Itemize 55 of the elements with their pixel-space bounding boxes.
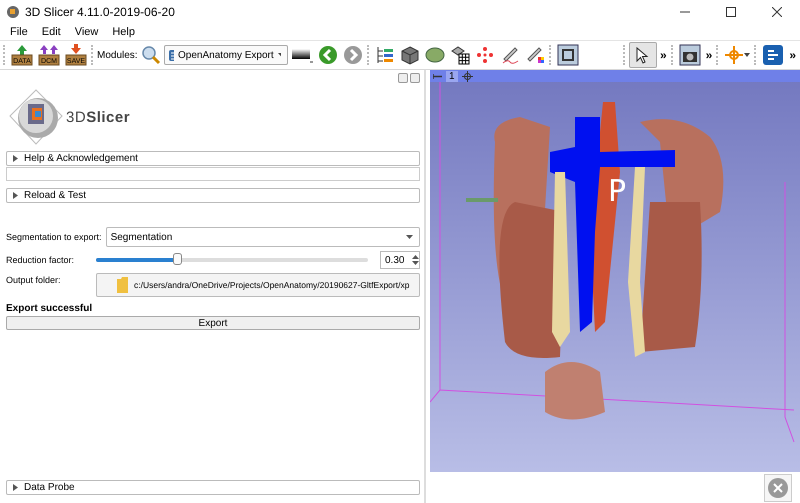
section-title: Reload & Test — [24, 190, 86, 201]
app-logo-icon — [6, 5, 20, 19]
crosshair-icon[interactable] — [462, 70, 473, 82]
gradient-icon — [290, 46, 313, 64]
tree-list-icon — [374, 45, 395, 65]
more-tools-button[interactable]: » — [658, 48, 669, 62]
camera-button[interactable] — [676, 42, 703, 68]
window-title: 3D Slicer 4.11.0-2019-06-20 — [25, 5, 176, 19]
pin-icon[interactable] — [433, 72, 442, 80]
menu-item[interactable]: Help — [106, 26, 141, 38]
folder-button[interactable]: c:/Users/andra/OneDrive/Projects/OpenAnatomy/20190627-GltfExport/xp — [96, 273, 420, 297]
module-icon — [168, 50, 174, 60]
search-icon — [140, 45, 161, 65]
module-dropdown[interactable]: OpenAnatomy Export — [164, 45, 288, 65]
collapsible-section[interactable]: Data Probe — [6, 480, 420, 495]
slicer-logo-text: 3DSlicer — [66, 108, 130, 126]
crosshair-button[interactable] — [722, 43, 752, 67]
menu-item[interactable]: File — [4, 26, 34, 38]
field-label: Reduction factor: — [6, 255, 76, 265]
dropdown-caret-icon — [278, 53, 281, 57]
status-message: Export successful — [6, 303, 94, 314]
pointer-button[interactable] — [628, 42, 657, 68]
segmentation-dropdown[interactable]: Segmentation — [106, 227, 420, 247]
frame-icon — [556, 44, 579, 66]
crosshair-icon — [724, 45, 750, 65]
number-spinbox[interactable]: 0.30 — [380, 251, 420, 269]
more-tools-button[interactable]: » — [787, 48, 798, 62]
cube-icon — [400, 45, 420, 65]
menu-item[interactable]: View — [68, 26, 104, 38]
menu-item[interactable]: Edit — [36, 26, 67, 38]
slider-handle[interactable] — [172, 253, 182, 265]
export-button[interactable]: Export — [6, 316, 420, 330]
extensions-icon — [762, 44, 784, 66]
close-circle-icon — [768, 478, 788, 498]
maximize-icon[interactable] — [726, 7, 736, 17]
section-title: Help & Acknowledgement — [24, 153, 138, 164]
dropdown-caret-icon — [406, 235, 413, 239]
field-label: Segmentation to export: — [6, 232, 102, 242]
modules-label: Modules: — [97, 50, 138, 60]
spin-arrows-icon — [412, 254, 419, 266]
pen-palette-icon — [524, 45, 545, 65]
collapsible-section[interactable]: Help & Acknowledgement — [6, 151, 420, 166]
field-label: Output folder: — [6, 275, 62, 285]
folder-icon — [117, 277, 128, 293]
dots-icon — [474, 45, 495, 65]
grid-icon — [450, 45, 470, 65]
close-icon[interactable] — [772, 7, 782, 17]
blob-icon — [424, 45, 445, 65]
collapsible-section[interactable]: Reload & Test — [6, 188, 420, 203]
cancel-button[interactable] — [764, 474, 792, 502]
view-number: 1 — [446, 70, 458, 82]
camera-icon — [678, 44, 701, 66]
more-tools-button[interactable]: » — [704, 48, 714, 62]
section-title: Data Probe — [24, 482, 75, 493]
frame-button[interactable] — [554, 42, 581, 68]
